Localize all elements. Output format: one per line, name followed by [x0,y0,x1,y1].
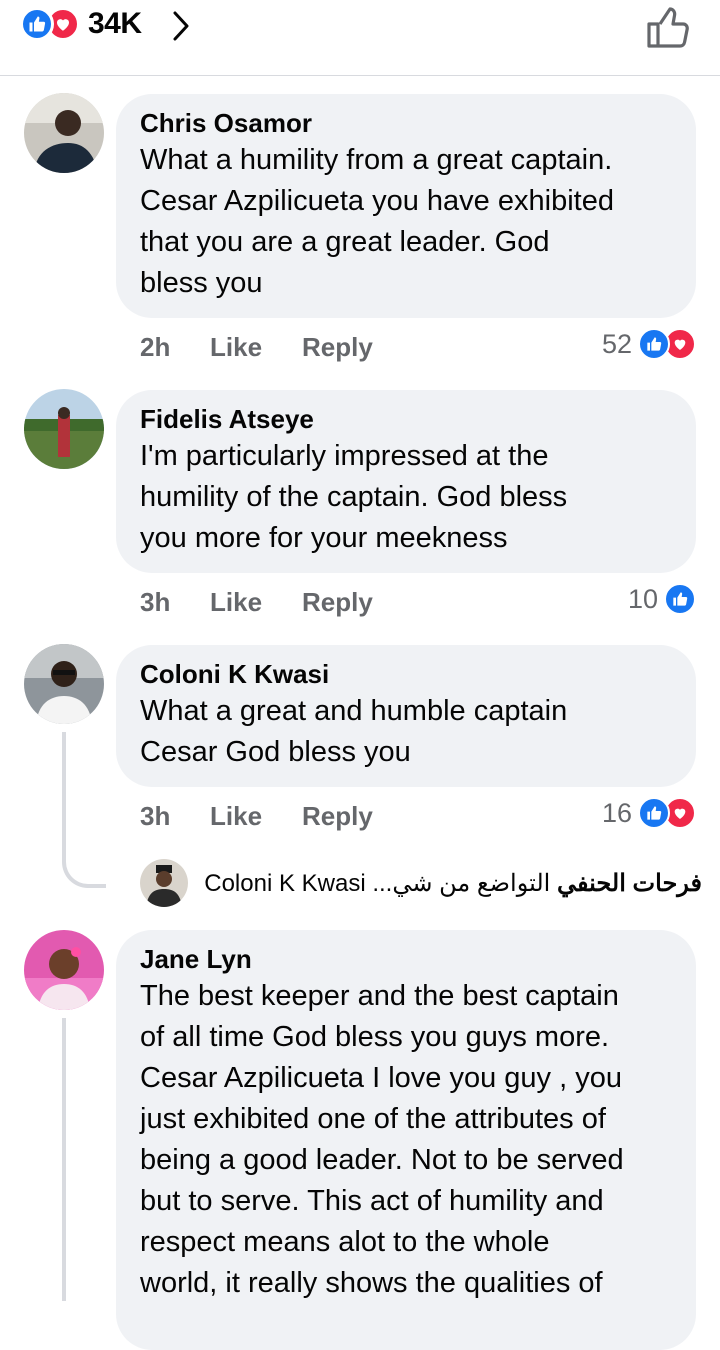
reply-button[interactable]: Reply [302,587,373,618]
thread-line [62,732,66,842]
comment-bubble[interactable]: Jane Lyn The best keeper and the best ca… [116,930,696,1350]
comment-bubble[interactable]: Coloni K Kwasi What a great and humble c… [116,645,696,787]
comment-bubble[interactable]: Fidelis Atseye I'm particularly impresse… [116,390,696,573]
comment-actions: 3h Like Reply [140,801,373,832]
avatar-chris-osamor[interactable] [24,93,104,173]
reaction-summary[interactable]: 34K [20,6,142,42]
like-icon [20,7,54,41]
reply-author-avatar [140,859,188,907]
like-button[interactable]: Like [210,587,302,618]
comment-text: I'm particularly impressed at the humili… [140,440,568,554]
chevron-right-icon[interactable] [170,8,192,49]
reply-preview[interactable]: فرحات الحنفي التواضع من شي... Coloni K K… [140,858,702,908]
comment-text: What a humility from a great captain. Ce… [140,144,614,299]
thread-connector [62,840,106,888]
reply-snippet: التواضع من شي... Coloni K Kwasi [204,869,551,897]
thread-line [62,1018,66,1301]
like-button[interactable]: Like [210,801,302,832]
comment-actions: 2h Like Reply [140,332,373,363]
comment-actions: 3h Like Reply [140,587,373,618]
reply-button[interactable]: Reply [302,801,373,832]
reply-preview-text: فرحات الحنفي التواضع من شي... Coloni K K… [202,869,702,898]
like-icon [638,797,670,829]
comment-author[interactable]: Fidelis Atseye [140,402,672,436]
like-icon [638,328,670,360]
comment-time[interactable]: 3h [140,587,210,618]
comment-text: The best keeper and the best captain of … [140,980,624,1299]
comment-author[interactable]: Jane Lyn [140,942,672,976]
reaction-count: 34K [88,7,142,40]
comment-reactions[interactable]: 52 [602,328,696,360]
reaction-count: 16 [601,797,632,828]
reply-button[interactable]: Reply [302,332,373,363]
comment-time[interactable]: 2h [140,332,210,363]
comment-author[interactable]: Coloni K Kwasi [140,657,672,691]
like-button[interactable]: Like [210,332,302,363]
comment-reactions[interactable]: 16 [602,797,696,829]
comment-text: What a great and humble captain Cesar Go… [140,695,568,768]
like-icon [664,583,696,615]
reaction-summary-bar: 34K [0,0,720,76]
thumbs-up-outline-icon[interactable] [644,4,692,55]
reaction-count: 10 [627,583,658,614]
avatar-fidelis-atseye[interactable] [24,389,104,469]
comment-reactions[interactable]: 10 [628,583,696,615]
comment-time[interactable]: 3h [140,801,210,832]
avatar-jane-lyn[interactable] [24,930,104,1010]
avatar-coloni-k-kwasi[interactable] [24,644,104,724]
reaction-count: 52 [601,328,632,359]
comment-author[interactable]: Chris Osamor [140,106,672,140]
reply-author: فرحات الحنفي [557,869,702,897]
comment-bubble[interactable]: Chris Osamor What a humility from a grea… [116,94,696,318]
